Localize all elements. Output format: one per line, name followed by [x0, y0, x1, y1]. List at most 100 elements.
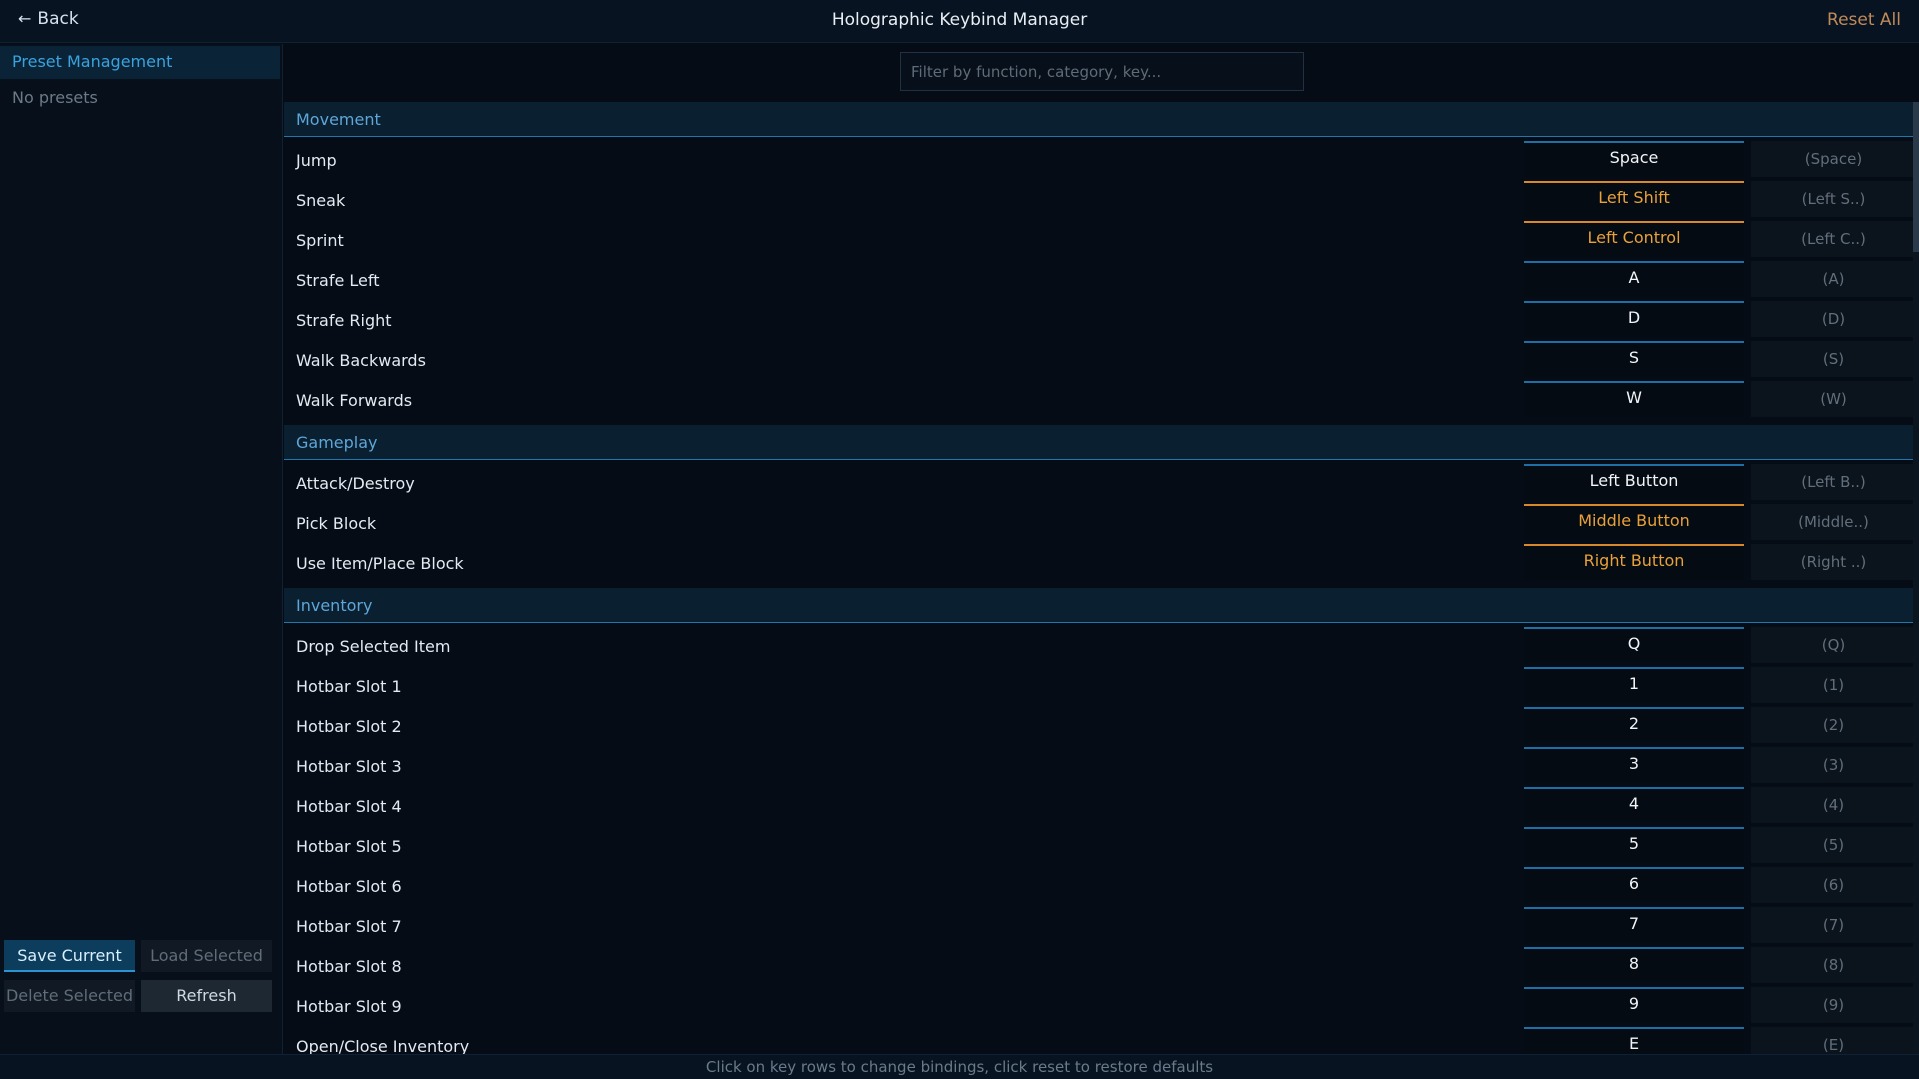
keybind-label: Drop Selected Item — [296, 637, 451, 656]
key-binding-button[interactable]: 9 — [1524, 987, 1744, 1023]
footer-hint: Click on key rows to change bindings, cl… — [0, 1054, 1919, 1079]
keybind-row[interactable]: Sprint Left Control (Left C..) — [284, 220, 1919, 260]
keybind-row[interactable]: Open/Close Inventory E (E) — [284, 1026, 1919, 1054]
top-bar: ← Back Holographic Keybind Manager Reset… — [0, 0, 1919, 43]
key-binding-button[interactable]: 7 — [1524, 907, 1744, 943]
reset-default-button[interactable]: (8) — [1751, 947, 1916, 983]
key-binding-button[interactable]: W — [1524, 381, 1744, 417]
keybind-row[interactable]: Drop Selected Item Q (Q) — [284, 626, 1919, 666]
reset-default-button[interactable]: (Q) — [1751, 627, 1916, 663]
reset-default-button[interactable]: (Middle..) — [1751, 504, 1916, 540]
keybind-list: Movement Jump Space (Space) Sneak Left Shift(… — [284, 102, 1919, 1054]
save-current-button[interactable]: Save Current — [4, 940, 135, 972]
filter-input[interactable] — [901, 53, 1303, 90]
category-header: Inventory — [284, 588, 1919, 623]
reset-default-button[interactable]: (S) — [1751, 341, 1916, 377]
reset-default-button[interactable]: (W) — [1751, 381, 1916, 417]
keybind-label: Hotbar Slot 2 — [296, 717, 402, 736]
keybind-row[interactable]: Hotbar Slot 5 5 (5) — [284, 826, 1919, 866]
keybind-label: Hotbar Slot 8 — [296, 957, 402, 976]
keybind-row[interactable]: Hotbar Slot 7 7 (7) — [284, 906, 1919, 946]
key-binding-button[interactable]: Left Control — [1524, 221, 1744, 257]
reset-default-button[interactable]: (Left C..) — [1751, 221, 1916, 257]
key-binding-button[interactable]: E — [1524, 1027, 1744, 1054]
preset-management-header[interactable]: Preset Management — [0, 46, 280, 79]
keybind-label: Hotbar Slot 6 — [296, 877, 402, 896]
no-presets-text: No presets — [12, 88, 98, 107]
key-binding-button[interactable]: 4 — [1524, 787, 1744, 823]
page-title: Holographic Keybind Manager — [831, 10, 1088, 30]
keybind-row[interactable]: Hotbar Slot 8 8 (8) — [284, 946, 1919, 986]
keybind-row[interactable]: Walk Backwards S (S) — [284, 340, 1919, 380]
reset-default-button[interactable]: (3) — [1751, 747, 1916, 783]
key-binding-button[interactable]: 3 — [1524, 747, 1744, 783]
key-binding-button[interactable]: 8 — [1524, 947, 1744, 983]
key-binding-button[interactable]: S — [1524, 341, 1744, 377]
key-binding-button[interactable]: Middle Button — [1524, 504, 1744, 540]
keybind-label: Hotbar Slot 9 — [296, 997, 402, 1016]
filter-box — [900, 52, 1304, 91]
keybind-row[interactable]: Sneak Left Shift (Left S..) — [284, 180, 1919, 220]
key-binding-button[interactable]: 6 — [1524, 867, 1744, 903]
keybind-label: Jump — [296, 151, 337, 170]
keybind-row[interactable]: Strafe Right D (D) — [284, 300, 1919, 340]
keybind-row[interactable]: Use Item/Place Block Right Button (Right .… — [284, 543, 1919, 583]
scrollbar-thumb[interactable] — [1913, 102, 1919, 252]
keybind-row[interactable]: Hotbar Slot 9 9 (9) — [284, 986, 1919, 1026]
keybind-row[interactable]: Strafe Left A (A) — [284, 260, 1919, 300]
keybind-label: Hotbar Slot 1 — [296, 677, 402, 696]
reset-default-button[interactable]: (E) — [1751, 1027, 1916, 1054]
reset-default-button[interactable]: (Left S..) — [1751, 181, 1916, 217]
reset-default-button[interactable]: (1) — [1751, 667, 1916, 703]
reset-default-button[interactable]: (9) — [1751, 987, 1916, 1023]
key-binding-button[interactable]: D — [1524, 301, 1744, 337]
keybind-row[interactable]: Hotbar Slot 2 2 (2) — [284, 706, 1919, 746]
back-label: Back — [37, 9, 79, 29]
reset-default-button[interactable]: (Right ..) — [1751, 544, 1916, 580]
key-binding-button[interactable]: Left Button — [1524, 464, 1744, 500]
load-selected-button[interactable]: Load Selected — [141, 940, 272, 972]
keybind-row[interactable]: Hotbar Slot 4 4 (4) — [284, 786, 1919, 826]
keybind-label: Walk Backwards — [296, 351, 426, 370]
refresh-button[interactable]: Refresh — [141, 980, 272, 1012]
reset-default-button[interactable]: (A) — [1751, 261, 1916, 297]
keybind-row[interactable]: Jump Space (Space) — [284, 140, 1919, 180]
keybind-row[interactable]: Pick Block Middle Button (Middle..) — [284, 503, 1919, 543]
key-binding-button[interactable]: 2 — [1524, 707, 1744, 743]
keybind-row[interactable]: Hotbar Slot 6 6 (6) — [284, 866, 1919, 906]
reset-all-button[interactable]: Reset All — [1827, 10, 1901, 30]
key-binding-button[interactable]: Q — [1524, 627, 1744, 663]
reset-default-button[interactable]: (D) — [1751, 301, 1916, 337]
keybind-label: Strafe Left — [296, 271, 380, 290]
keybind-label: Use Item/Place Block — [296, 554, 464, 573]
reset-default-button[interactable]: (7) — [1751, 907, 1916, 943]
keybind-row[interactable]: Hotbar Slot 1 1 (1) — [284, 666, 1919, 706]
key-binding-button[interactable]: Space — [1524, 141, 1744, 177]
keybind-label: Strafe Right — [296, 311, 392, 330]
key-binding-button[interactable]: 1 — [1524, 667, 1744, 703]
preset-sidebar: Preset Management No presets Save Curren… — [0, 44, 283, 1054]
key-binding-button[interactable]: Right Button — [1524, 544, 1744, 580]
reset-default-button[interactable]: (2) — [1751, 707, 1916, 743]
keybind-label: Attack/Destroy — [296, 474, 415, 493]
keybind-row[interactable]: Hotbar Slot 3 3 (3) — [284, 746, 1919, 786]
keybind-row[interactable]: Walk Forwards W (W) — [284, 380, 1919, 420]
reset-default-button[interactable]: (6) — [1751, 867, 1916, 903]
keybind-label: Sprint — [296, 231, 344, 250]
keybind-row[interactable]: Attack/Destroy Left Button (Left B..) — [284, 463, 1919, 503]
keybind-label: Sneak — [296, 191, 346, 210]
keybind-label: Hotbar Slot 7 — [296, 917, 402, 936]
key-binding-button[interactable]: Left Shift — [1524, 181, 1744, 217]
key-binding-button[interactable]: A — [1524, 261, 1744, 297]
key-binding-button[interactable]: 5 — [1524, 827, 1744, 863]
keybind-label: Hotbar Slot 4 — [296, 797, 402, 816]
delete-selected-button[interactable]: Delete Selected — [4, 980, 135, 1012]
arrow-left-icon: ← — [18, 9, 32, 28]
reset-default-button[interactable]: (5) — [1751, 827, 1916, 863]
scrollbar[interactable] — [1913, 102, 1919, 1054]
reset-default-button[interactable]: (Space) — [1751, 141, 1916, 177]
reset-default-button[interactable]: (4) — [1751, 787, 1916, 823]
keybind-label: Pick Block — [296, 514, 377, 533]
back-button[interactable]: ← Back — [18, 9, 79, 29]
reset-default-button[interactable]: (Left B..) — [1751, 464, 1916, 500]
